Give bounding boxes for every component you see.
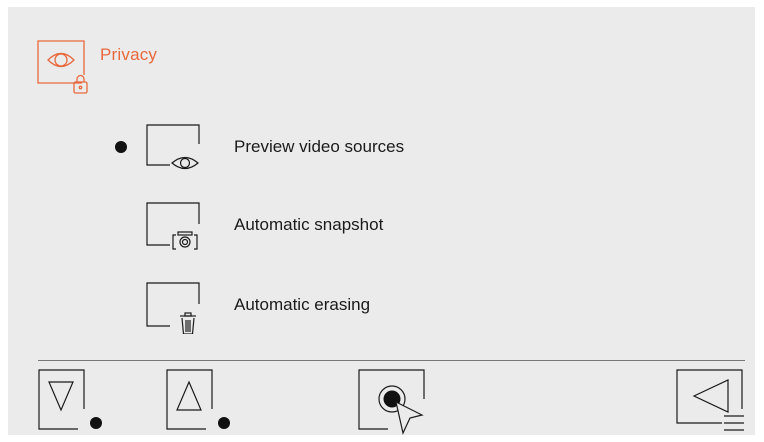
select-cursor-icon bbox=[358, 369, 425, 435]
privacy-eye-lock-icon bbox=[36, 39, 100, 101]
menu-item-label: Preview video sources bbox=[234, 137, 405, 156]
screen: Privacy Preview video sources Automatic … bbox=[8, 7, 755, 435]
scroll-up-button[interactable] bbox=[166, 369, 238, 437]
scroll-down-button[interactable] bbox=[38, 369, 110, 437]
menu-item-label: Automatic snapshot bbox=[234, 215, 384, 234]
menu-item-automatic-erasing[interactable]: Automatic erasing bbox=[108, 275, 528, 335]
menu-item-label: Automatic erasing bbox=[234, 295, 371, 314]
triangle-down-icon bbox=[38, 369, 102, 430]
triangle-up-icon bbox=[166, 369, 230, 430]
camera-icon bbox=[146, 202, 204, 250]
trash-icon bbox=[146, 282, 204, 335]
back-button[interactable] bbox=[676, 369, 748, 437]
select-button[interactable] bbox=[358, 369, 430, 437]
menu-item-preview-video-sources[interactable]: Preview video sources bbox=[108, 117, 528, 171]
menu-item-automatic-snapshot[interactable]: Automatic snapshot bbox=[108, 195, 528, 250]
footer-divider bbox=[38, 360, 745, 361]
eye-icon bbox=[146, 124, 204, 170]
selected-indicator-dot bbox=[115, 141, 127, 153]
back-menu-icon bbox=[676, 369, 744, 431]
page-title: Privacy bbox=[100, 45, 158, 64]
